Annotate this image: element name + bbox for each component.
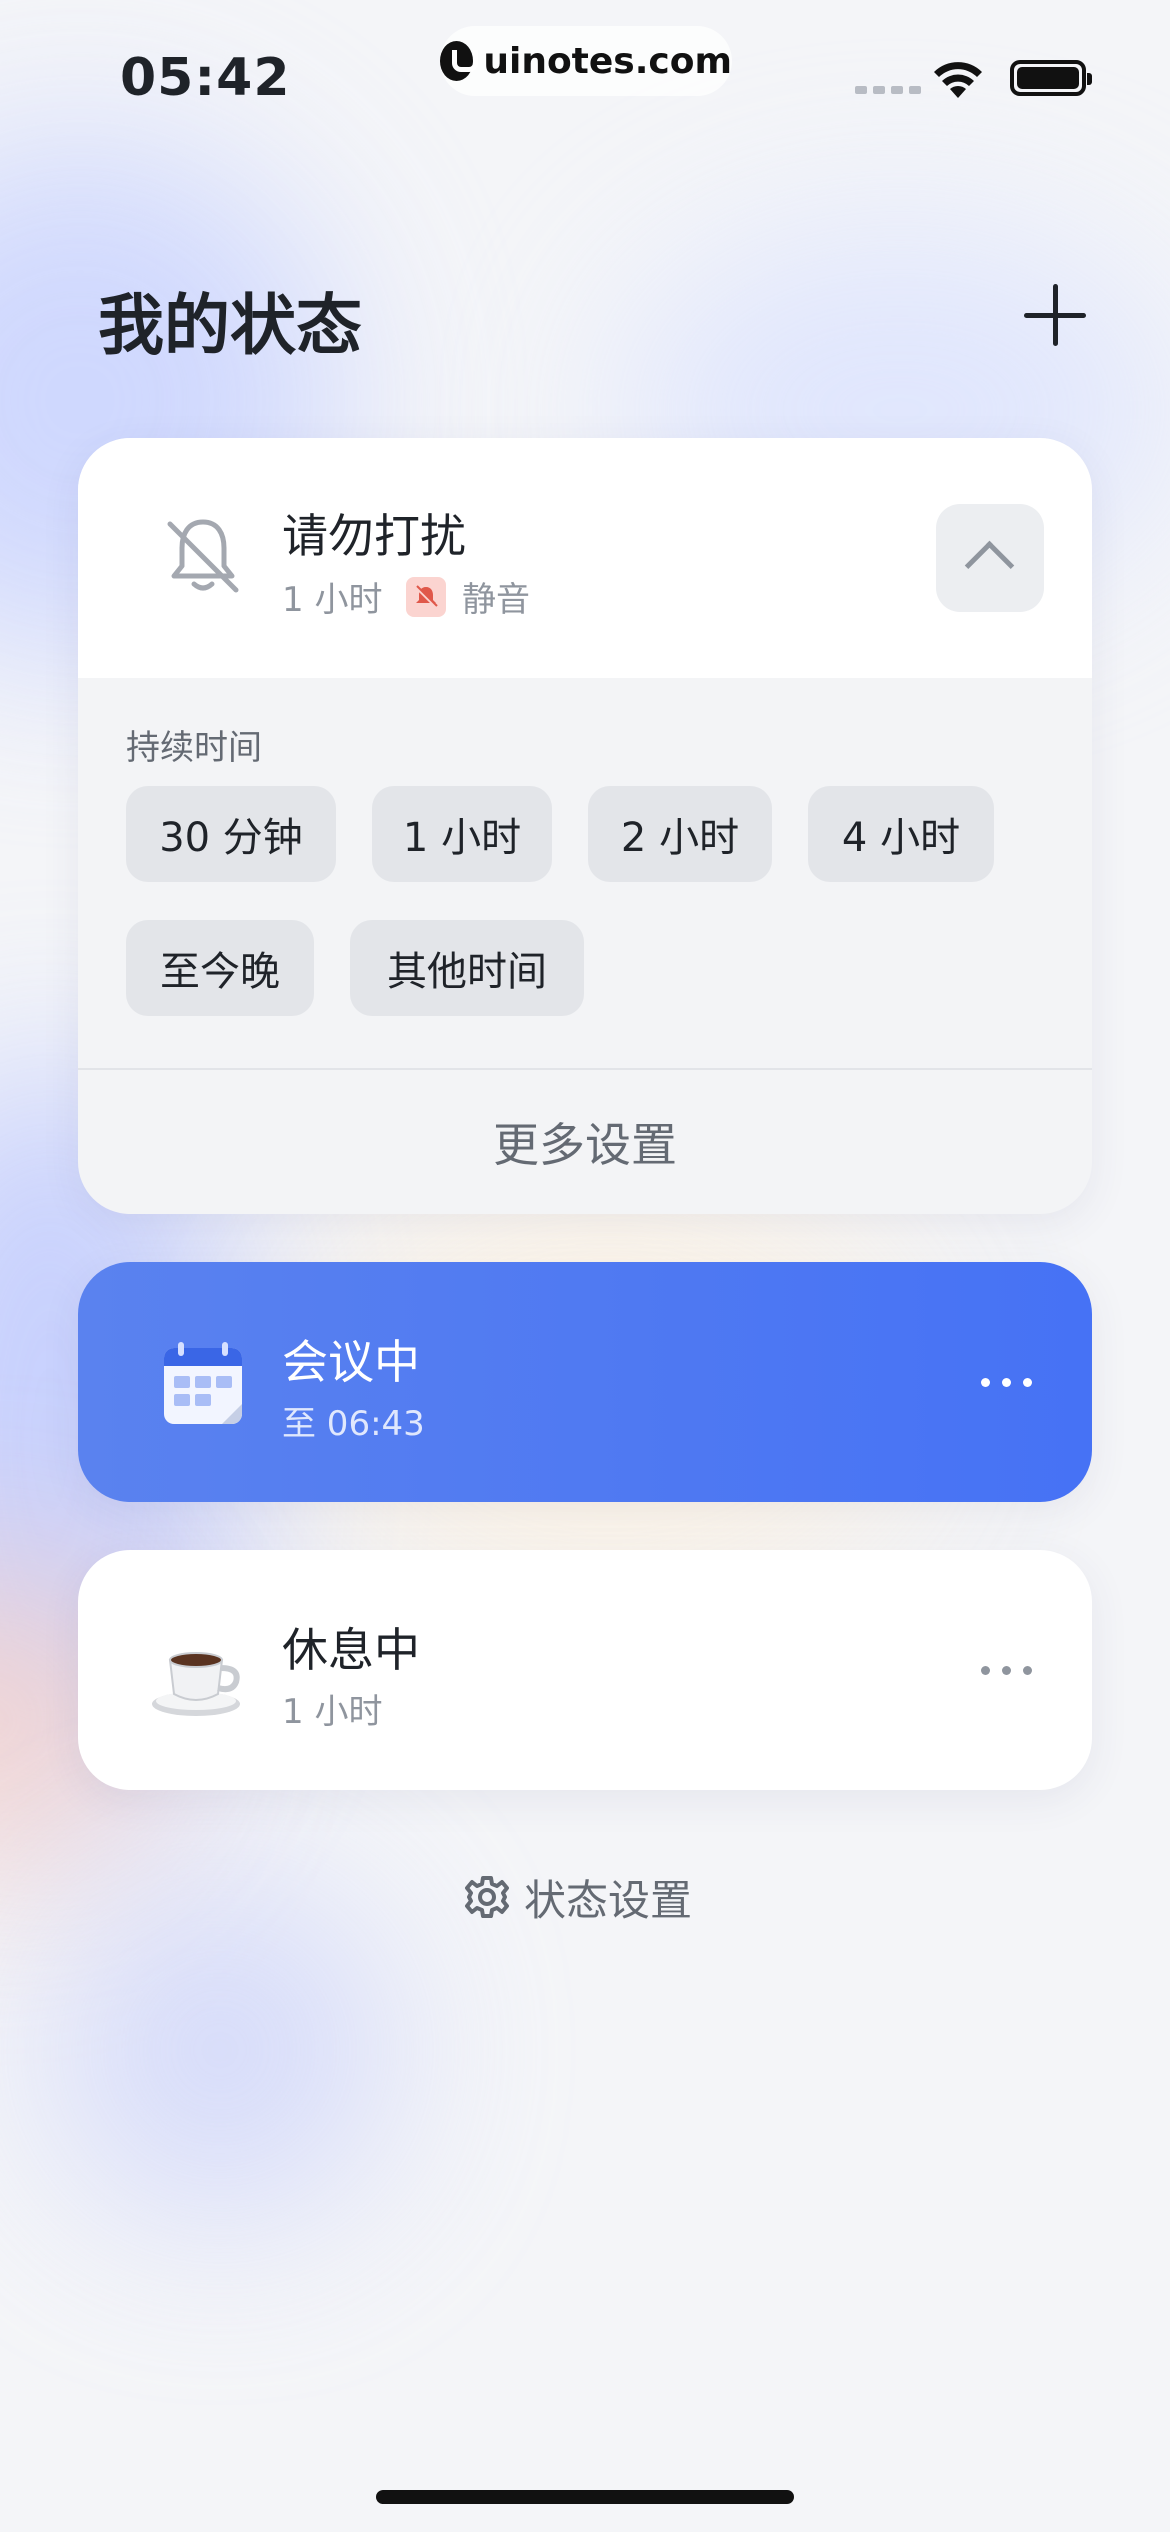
status-time: 05:42 — [120, 48, 291, 108]
calendar-icon — [164, 1342, 242, 1424]
more-settings-button[interactable]: 更多设置 — [78, 1070, 1092, 1214]
more-dots-icon — [980, 1665, 990, 1675]
url-text: uinotes.com — [483, 40, 732, 82]
status-bar: 05:42 uinotes.com — [0, 0, 1170, 150]
cellular-signal-icon — [855, 86, 921, 94]
bell-muted-icon — [406, 576, 446, 617]
wifi-icon — [934, 62, 982, 98]
more-dots-icon — [980, 1377, 990, 1387]
meeting-title: 会议中 — [282, 1335, 420, 1389]
dnd-title: 请勿打扰 — [282, 509, 466, 563]
battery-icon — [1010, 60, 1092, 96]
dnd-card-header[interactable]: 请勿打扰 1 小时 静音 — [78, 438, 1092, 678]
status-settings-label: 状态设置 — [524, 1875, 693, 1925]
meeting-more-button[interactable] — [958, 1352, 1054, 1412]
dnd-status-card[interactable]: 请勿打扰 1 小时 静音 持续时间 30 分钟 1 小时 2 小时 4 小时 至 — [78, 438, 1092, 1214]
duration-option-4h[interactable]: 4 小时 — [808, 786, 994, 882]
mute-label: 静音 — [462, 580, 530, 620]
home-indicator[interactable] — [376, 2490, 794, 2504]
rest-duration: 1 小时 — [282, 1692, 383, 1732]
duration-option-tonight[interactable]: 至今晚 — [126, 920, 314, 1016]
bell-slash-icon — [167, 519, 239, 593]
meeting-status-card[interactable]: 会议中 至 06:43 — [78, 1262, 1092, 1502]
duration-option-2h[interactable]: 2 小时 — [588, 786, 772, 882]
duration-section-label: 持续时间 — [126, 728, 262, 768]
coffee-icon — [152, 1652, 240, 1716]
gear-icon — [465, 1876, 509, 1918]
rest-title: 休息中 — [282, 1623, 420, 1677]
site-logo-icon — [440, 41, 479, 81]
page-title: 我的状态 — [98, 287, 362, 364]
url-pill[interactable]: uinotes.com — [440, 26, 732, 96]
add-status-button[interactable] — [1022, 282, 1088, 348]
meeting-until: 至 06:43 — [282, 1404, 425, 1444]
duration-option-1h[interactable]: 1 小时 — [372, 786, 552, 882]
collapse-button[interactable] — [936, 504, 1044, 612]
rest-status-card[interactable]: 休息中 1 小时 — [78, 1550, 1092, 1790]
status-settings-button[interactable]: 状态设置 — [464, 1862, 692, 1932]
rest-more-button[interactable] — [958, 1640, 1054, 1700]
mute-badge: 静音 — [406, 572, 530, 621]
duration-option-custom[interactable]: 其他时间 — [350, 920, 584, 1016]
dnd-duration: 1 小时 — [282, 580, 383, 620]
duration-option-30min[interactable]: 30 分钟 — [126, 786, 336, 882]
